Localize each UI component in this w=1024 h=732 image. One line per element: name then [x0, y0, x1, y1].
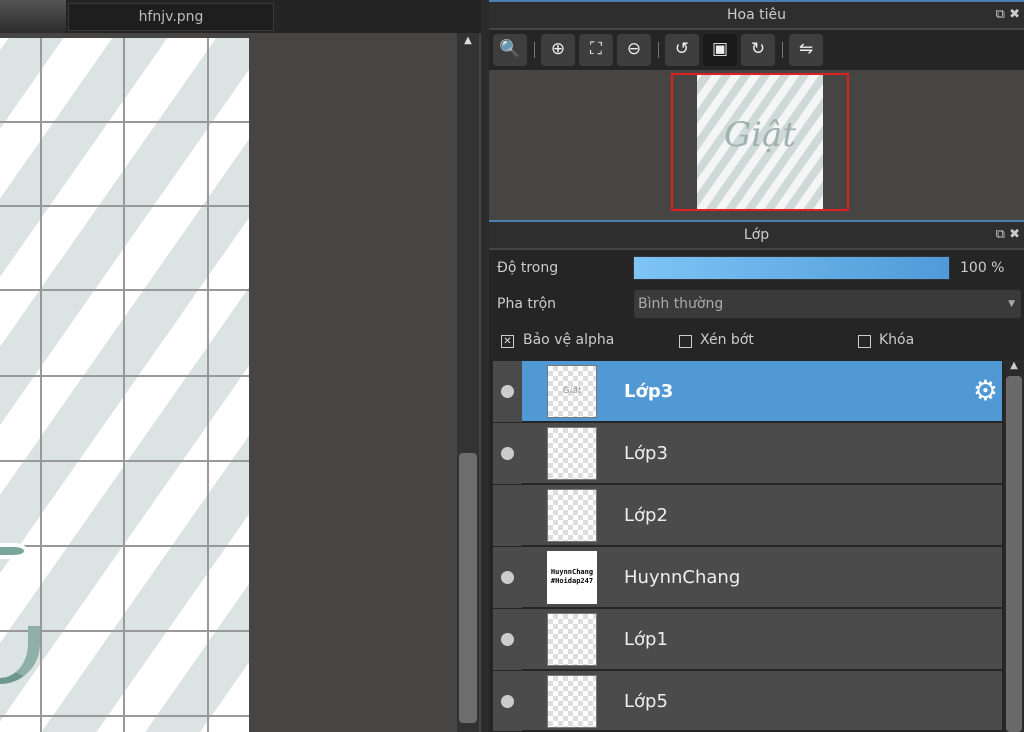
scroll-up-icon[interactable]: ▲ — [457, 35, 479, 47]
canvas-scrollbar[interactable]: ▲ — [457, 33, 479, 732]
blend-value: Bình thường — [638, 296, 724, 312]
grid-line — [0, 205, 249, 207]
document-tab-bar: hfnjv.png — [0, 0, 488, 33]
layer-name: Lớp5 — [624, 691, 668, 712]
scroll-up-icon[interactable]: ▲ — [1004, 360, 1024, 371]
eye-icon — [501, 571, 514, 584]
visibility-toggle[interactable] — [493, 361, 522, 422]
layers-header: Lớp ⧉ ✖ — [489, 220, 1024, 248]
grid-line — [123, 38, 125, 732]
undock-icon[interactable]: ⧉ — [996, 7, 1005, 22]
layer-name: Lớp3 — [624, 443, 668, 464]
layer-thumbnail — [547, 427, 597, 480]
visibility-toggle[interactable] — [493, 485, 522, 546]
layer-row[interactable]: Giật Lớp3 ⚙ — [493, 361, 1002, 422]
scrollbar-thumb[interactable] — [1006, 376, 1022, 732]
layer-row[interactable]: HuynnChang #Hoidap247 HuynnChang — [493, 547, 1002, 608]
zoom-actual-size-button[interactable]: 🔍 — [493, 34, 527, 66]
flip-horizontal-button[interactable]: ⇋ — [789, 34, 823, 66]
layer-properties: Độ trong 100 % Pha trộn Bình thường ▼ ✕ B… — [489, 250, 1024, 360]
fit-canvas-button[interactable]: ▣ — [703, 34, 737, 66]
lock-label: Khóa — [879, 332, 915, 348]
visibility-toggle[interactable] — [493, 547, 522, 608]
grid-line — [0, 545, 249, 547]
grid-line — [40, 38, 42, 732]
panel-controls: ⧉ ✖ — [996, 222, 1020, 248]
grid-line — [0, 460, 249, 462]
blend-mode-select[interactable]: Bình thường ▼ — [634, 290, 1021, 318]
navigator-thumbnail: Giật — [697, 75, 823, 209]
panel-controls: ⧉ ✖ — [996, 2, 1020, 28]
navigator-header: Hoa tiêu ⧉ ✖ — [489, 0, 1024, 28]
tab-hfnjv[interactable]: hfnjv.png — [68, 3, 274, 31]
protect-alpha-checkbox[interactable]: ✕ — [501, 335, 514, 348]
opacity-slider[interactable] — [633, 256, 950, 280]
tab-previous[interactable] — [0, 0, 66, 33]
rotate-left-button[interactable]: ↺ — [665, 34, 699, 66]
layer-row[interactable]: Lớp5 — [493, 671, 1002, 731]
eye-icon — [501, 447, 514, 460]
zoom-in-button[interactable]: ⊕ — [541, 34, 575, 66]
layers-title: Lớp — [743, 227, 770, 243]
fit-to-window-button[interactable]: ⛶ — [579, 34, 613, 66]
layer-thumbnail: Giật — [547, 365, 597, 418]
gear-icon[interactable]: ⚙ — [973, 375, 998, 407]
grid-line — [207, 38, 209, 732]
separator — [534, 42, 535, 58]
layers-scrollbar[interactable]: ▲ — [1004, 360, 1024, 732]
grid-line — [0, 289, 249, 291]
eye-icon — [501, 385, 514, 398]
protect-alpha-label: Bảo vệ alpha — [523, 332, 615, 348]
layer-name: HuynnChang — [624, 567, 741, 588]
zoom-out-button[interactable]: ⊖ — [617, 34, 651, 66]
clipping-checkbox[interactable] — [679, 335, 692, 348]
grid-line — [0, 715, 249, 717]
visibility-toggle[interactable] — [493, 609, 522, 670]
separator — [782, 42, 783, 58]
letter-stroke — [0, 543, 28, 559]
panel-splitter[interactable] — [481, 0, 489, 732]
layer-row[interactable]: Lớp2 — [493, 485, 1002, 546]
eye-icon — [501, 695, 514, 708]
navigator-viewport-frame[interactable]: Giật — [671, 73, 849, 211]
layer-thumbnail: HuynnChang #Hoidap247 — [547, 551, 597, 604]
layer-row[interactable]: Lớp1 — [493, 609, 1002, 670]
close-icon[interactable]: ✖ — [1009, 7, 1020, 22]
opacity-value: 100 % — [960, 260, 1005, 276]
layer-row[interactable]: Lớp3 — [493, 423, 1002, 484]
grid-line — [0, 121, 249, 123]
layer-thumbnail — [547, 489, 597, 542]
layer-list: Giật Lớp3 ⚙ Lớp3 Lớp2 HuynnChang #Hoidap… — [489, 360, 1004, 732]
layer-name: Lớp2 — [624, 505, 668, 526]
preview-text: Giật — [724, 115, 796, 155]
eye-icon — [501, 633, 514, 646]
drawing-canvas[interactable] — [0, 38, 249, 732]
rotate-right-button[interactable]: ↻ — [741, 34, 775, 66]
separator — [658, 42, 659, 58]
layer-name: Lớp1 — [624, 629, 668, 650]
navigator-title: Hoa tiêu — [727, 7, 786, 23]
navigator-toolbar: 🔍 ⊕ ⛶ ⊖ ↺ ▣ ↻ ⇋ — [489, 30, 1024, 70]
opacity-label: Độ trong — [497, 260, 559, 276]
visibility-toggle[interactable] — [493, 671, 522, 731]
undock-icon[interactable]: ⧉ — [996, 227, 1005, 242]
layer-thumbnail — [547, 675, 597, 728]
layer-name: Lớp3 — [624, 381, 674, 402]
lock-checkbox[interactable] — [858, 335, 871, 348]
visibility-toggle[interactable] — [493, 423, 522, 484]
blend-label: Pha trộn — [497, 296, 557, 312]
layer-thumbnail — [547, 613, 597, 666]
close-icon[interactable]: ✖ — [1009, 227, 1020, 242]
clipping-label: Xén bớt — [700, 332, 754, 348]
scrollbar-thumb[interactable] — [459, 453, 477, 723]
grid-line — [0, 375, 249, 377]
navigator-preview-area[interactable]: Giật — [489, 70, 1024, 214]
chevron-down-icon: ▼ — [1008, 299, 1015, 309]
